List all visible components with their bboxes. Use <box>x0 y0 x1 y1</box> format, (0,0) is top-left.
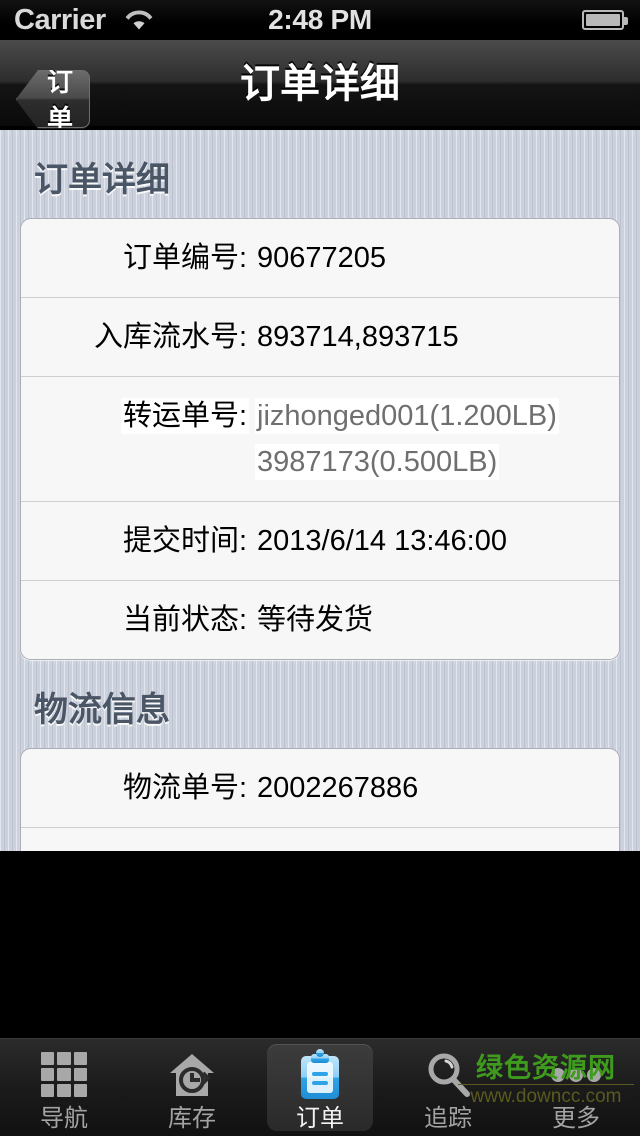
grid-icon <box>38 1049 90 1101</box>
section-header: 物流信息 <box>34 691 170 729</box>
page-title: 订单详细 <box>240 62 400 106</box>
section-header: 订单详细 <box>34 161 170 199</box>
detail-card: 订单编号: 90677205 入库流水号: 893714,893715 转运单号… <box>20 218 620 660</box>
phone-screen: Carrier 2:48 PM 订单详细 订单 订单详细 订单编号: 90677… <box>0 0 640 1136</box>
row-value: 2002267886 <box>257 772 419 804</box>
tab-inventory[interactable]: 库存 <box>128 1039 256 1136</box>
tab-label: 更多 <box>552 1104 600 1132</box>
row-value: 90677205 <box>257 242 387 274</box>
row-label: 物流单号: <box>122 772 247 804</box>
row-value-line-2: 3987173(0.500LB) <box>257 439 619 485</box>
ellipsis-icon <box>550 1049 602 1101</box>
table-row[interactable] <box>21 827 619 851</box>
table-row[interactable]: 订单编号: 90677205 <box>21 219 619 297</box>
row-label-text: 转运单号: <box>122 400 247 432</box>
nav-bar: 订单详细 订单 <box>0 40 640 128</box>
tab-label: 导航 <box>40 1104 88 1132</box>
row-value: 893714,893715 <box>257 321 459 353</box>
clipboard-icon <box>294 1048 346 1101</box>
tab-orders[interactable]: 订单 <box>256 1039 384 1136</box>
row-label: 当前状态: <box>122 604 247 636</box>
scroll-content[interactable]: 订单详细 订单编号: 90677205 入库流水号: 893714,893715 <box>0 130 640 851</box>
tab-tracking[interactable]: 追踪 <box>384 1039 512 1136</box>
search-icon <box>422 1049 474 1101</box>
logistics-card: 物流单号: 2002267886 <box>20 748 620 851</box>
transfer-line-2-text: 3987173(0.500LB) <box>257 446 498 478</box>
transfer-line-1-text: jizhonged001(1.200LB) <box>257 400 557 432</box>
row-label: 提交时间: <box>122 525 247 557</box>
table-row-transfer[interactable]: 转运单号: jizhonged001(1.200LB) 3987173(0.50… <box>21 376 619 501</box>
table-row[interactable]: 当前状态: 等待发货 <box>21 580 619 659</box>
battery-full-icon <box>582 10 628 30</box>
section-order-detail: 订单详细 订单编号: 90677205 入库流水号: 893714,893715 <box>0 158 640 660</box>
tab-label: 库存 <box>168 1104 216 1132</box>
tab-navigation[interactable]: 导航 <box>0 1039 128 1136</box>
status-bar: Carrier 2:48 PM <box>0 0 640 40</box>
status-badge: 等待发货 <box>257 604 374 636</box>
tab-bar: 导航 库存 订单 追踪 更多 <box>0 1038 640 1136</box>
section-logistics: 物流信息 物流单号: 2002267886 <box>0 688 640 851</box>
row-label: 转运单号: <box>21 393 247 439</box>
tab-label: 追踪 <box>424 1104 472 1132</box>
tab-label: 订单 <box>296 1104 344 1132</box>
row-label: 入库流水号: <box>93 321 247 353</box>
row-value-line-1: jizhonged001(1.200LB) <box>257 393 619 439</box>
row-value: 2013/6/14 13:46:00 <box>257 525 507 557</box>
status-time: 2:48 PM <box>268 4 372 35</box>
table-row[interactable]: 提交时间: 2013/6/14 13:46:00 <box>21 501 619 580</box>
tab-more[interactable]: 更多 <box>512 1039 640 1136</box>
table-row[interactable]: 入库流水号: 893714,893715 <box>21 297 619 376</box>
row-value: jizhonged001(1.200LB) 3987173(0.500LB) <box>247 393 619 485</box>
table-row[interactable]: 物流单号: 2002267886 <box>21 749 619 827</box>
row-label: 订单编号: <box>122 242 247 274</box>
home-refresh-icon <box>166 1049 218 1101</box>
